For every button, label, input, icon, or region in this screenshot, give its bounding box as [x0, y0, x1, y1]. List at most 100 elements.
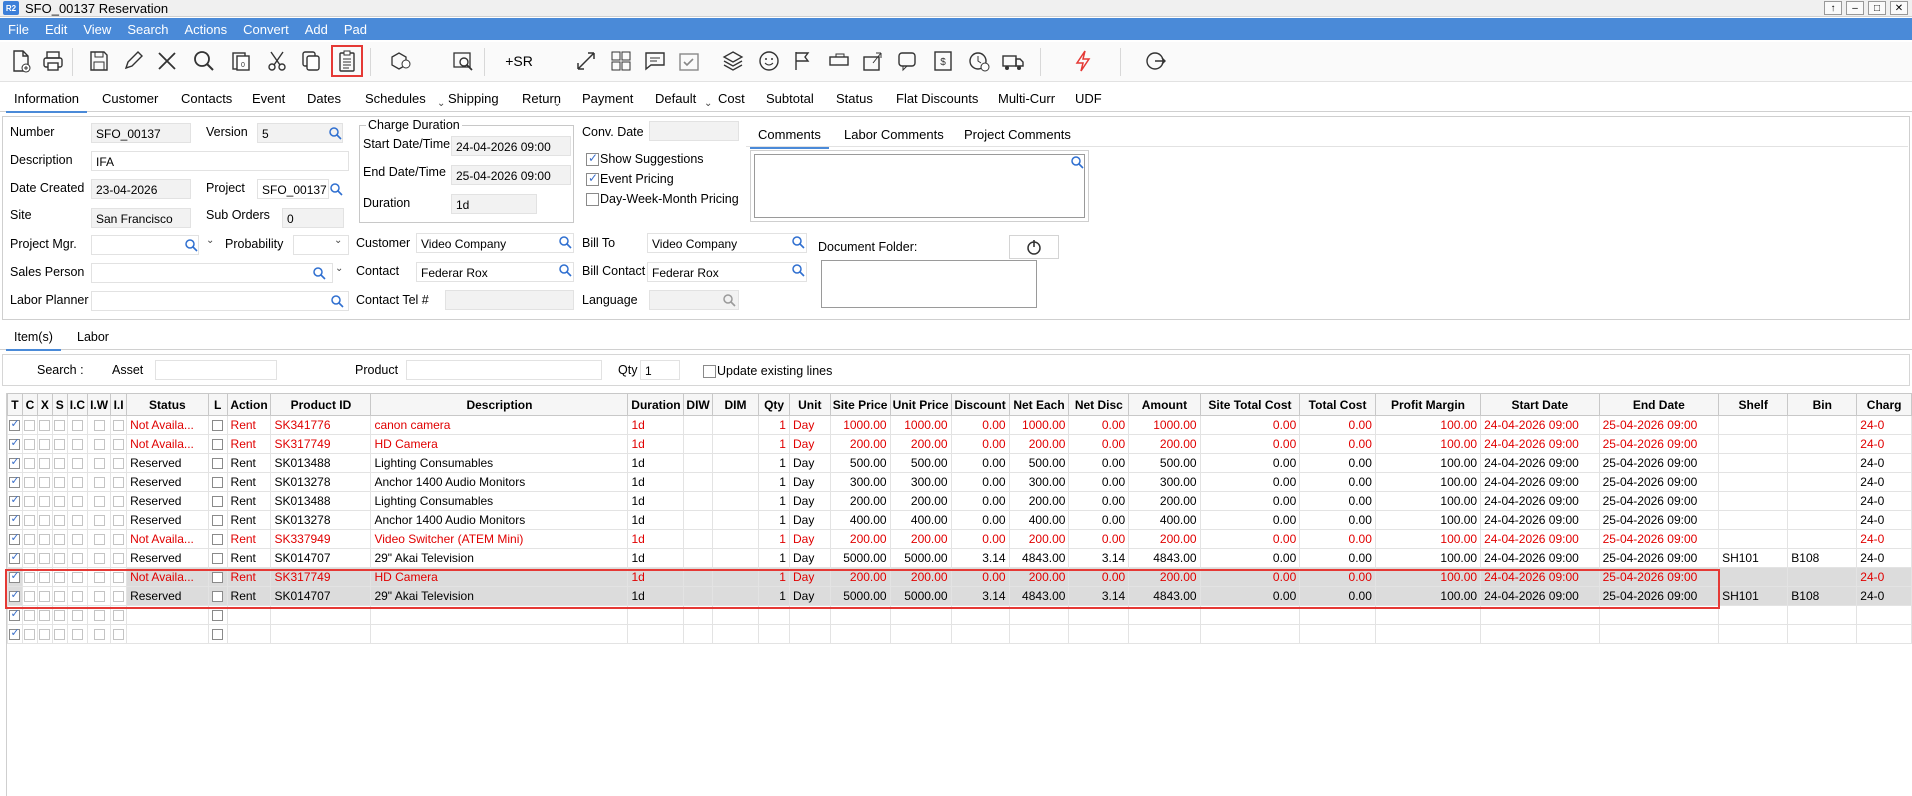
cell-action[interactable]: Rent — [226, 491, 272, 511]
row-checkbox[interactable] — [24, 629, 36, 641]
cell-L[interactable] — [207, 529, 228, 549]
cell-unit_price[interactable]: 5000.00 — [889, 586, 952, 606]
row-checkbox[interactable] — [24, 591, 36, 603]
cell-start[interactable]: 24-04-2026 09:00 — [1480, 491, 1600, 511]
cell-unit[interactable]: Day — [788, 434, 831, 454]
flag-cell[interactable] — [36, 491, 53, 511]
cell-desc[interactable]: Lighting Consumables — [370, 491, 629, 511]
row-checkbox[interactable] — [113, 439, 125, 451]
column-header[interactable]: Net Disc — [1068, 393, 1130, 416]
flag-cell[interactable] — [87, 529, 112, 549]
column-header[interactable]: Net Each — [1008, 393, 1070, 416]
row-checkbox[interactable] — [212, 458, 224, 470]
cell-net_disc[interactable]: 3.14 — [1068, 548, 1130, 568]
empty-cell[interactable] — [1374, 624, 1482, 644]
cell-start[interactable]: 24-04-2026 09:00 — [1480, 510, 1600, 530]
menu-actions[interactable]: Actions — [177, 22, 236, 37]
row-checkbox[interactable] — [71, 439, 83, 451]
cell-dur[interactable]: 1d — [627, 586, 685, 606]
row-checkbox[interactable] — [9, 626, 21, 641]
row-checkbox[interactable] — [24, 420, 36, 432]
cell-qty[interactable]: 1 — [758, 529, 790, 549]
row-checkbox[interactable] — [212, 629, 224, 641]
row-checkbox[interactable] — [212, 477, 224, 489]
row-checkbox[interactable] — [113, 458, 125, 470]
cell-shelf[interactable] — [1718, 567, 1789, 587]
empty-cell[interactable] — [1718, 624, 1789, 644]
cell-pid[interactable]: SK013488 — [270, 491, 372, 511]
expand-arrows-icon[interactable] — [571, 46, 601, 76]
empty-cell[interactable] — [950, 605, 1010, 625]
column-header[interactable]: Discount — [950, 393, 1010, 416]
cell-dim[interactable] — [711, 510, 760, 530]
flag-cell[interactable] — [51, 491, 68, 511]
flag-cell[interactable] — [66, 567, 89, 587]
flag-cell[interactable] — [66, 472, 89, 492]
flag-cell[interactable] — [21, 453, 38, 473]
cell-dim[interactable] — [711, 453, 760, 473]
column-header[interactable]: I.W — [87, 393, 112, 416]
document-folder-box[interactable] — [821, 260, 1037, 308]
cell-site_price[interactable]: 200.00 — [829, 529, 891, 549]
date-created-field[interactable]: 23-04-2026 — [91, 179, 191, 199]
cell-pid[interactable]: SK013488 — [270, 453, 372, 473]
chat-bubble-icon[interactable] — [892, 46, 922, 76]
cut-scissors-icon[interactable] — [262, 46, 292, 76]
row-checkbox[interactable] — [24, 515, 36, 527]
cell-site_price[interactable]: 500.00 — [829, 453, 891, 473]
cell-net_each[interactable]: 400.00 — [1008, 510, 1070, 530]
cell-site_cost[interactable]: 0.00 — [1199, 434, 1301, 454]
cell-action[interactable]: Rent — [226, 510, 272, 530]
cell-net_disc[interactable]: 3.14 — [1068, 586, 1130, 606]
cell-L[interactable] — [207, 472, 228, 492]
empty-cell[interactable] — [1128, 605, 1201, 625]
cell-action[interactable]: Rent — [226, 415, 272, 435]
cell-net_disc[interactable]: 0.00 — [1068, 453, 1130, 473]
flag-cell[interactable] — [21, 434, 38, 454]
column-header[interactable]: Status — [126, 393, 209, 416]
cell-desc[interactable]: Lighting Consumables — [370, 453, 629, 473]
table-row[interactable]: Not Availa... RentSK341776canon camera1d 1… — [7, 415, 1912, 435]
cell-charge[interactable]: 24-0 — [1856, 415, 1912, 435]
flag-cell[interactable] — [110, 529, 128, 549]
cell-L[interactable] — [207, 567, 228, 587]
cell-unit[interactable]: Day — [788, 472, 831, 492]
empty-cell[interactable] — [889, 624, 952, 644]
empty-cell[interactable] — [1128, 624, 1201, 644]
cell-unit_price[interactable]: 200.00 — [889, 491, 952, 511]
row-checkbox[interactable] — [39, 610, 51, 622]
cell-pid[interactable]: SK013278 — [270, 472, 372, 492]
sub-orders-field[interactable]: 0 — [282, 208, 344, 228]
cell-net_each[interactable]: 4843.00 — [1008, 548, 1070, 568]
cell-desc[interactable]: HD Camera — [370, 434, 629, 454]
cell-shelf[interactable] — [1718, 434, 1789, 454]
cell-desc[interactable]: canon camera — [370, 415, 629, 435]
cell-unit[interactable]: Day — [788, 453, 831, 473]
cell-shelf[interactable]: SH101 — [1718, 586, 1789, 606]
cell-net_disc[interactable]: 0.00 — [1068, 529, 1130, 549]
cell-net_disc[interactable]: 0.00 — [1068, 491, 1130, 511]
chevron-down-icon[interactable]: ⌄ — [334, 235, 342, 246]
cell-start[interactable]: 24-04-2026 09:00 — [1480, 586, 1600, 606]
cell-amount[interactable]: 1000.00 — [1128, 415, 1201, 435]
empty-cell[interactable] — [370, 624, 629, 644]
menu-add[interactable]: Add — [297, 22, 336, 37]
row-checkbox[interactable] — [212, 439, 224, 451]
smiley-icon[interactable] — [754, 46, 784, 76]
cell-unit[interactable]: Day — [788, 586, 831, 606]
cell-dim[interactable] — [711, 472, 760, 492]
flag-cell[interactable] — [87, 548, 112, 568]
tab-subtotal[interactable]: Subtotal — [766, 91, 814, 106]
cell-charge[interactable]: 24-0 — [1856, 586, 1912, 606]
column-header[interactable]: Unit — [788, 393, 831, 416]
empty-cell[interactable] — [270, 605, 372, 625]
conv-date-field[interactable] — [649, 121, 739, 141]
cell-bin[interactable] — [1787, 453, 1858, 473]
empty-cell[interactable] — [829, 605, 891, 625]
row-checkbox[interactable] — [9, 607, 21, 622]
row-checkbox[interactable] — [39, 458, 51, 470]
column-header[interactable]: T — [7, 393, 23, 416]
cell-pid[interactable]: SK014707 — [270, 548, 372, 568]
menu-search[interactable]: Search — [119, 22, 176, 37]
cell-total_cost[interactable]: 0.00 — [1299, 434, 1376, 454]
